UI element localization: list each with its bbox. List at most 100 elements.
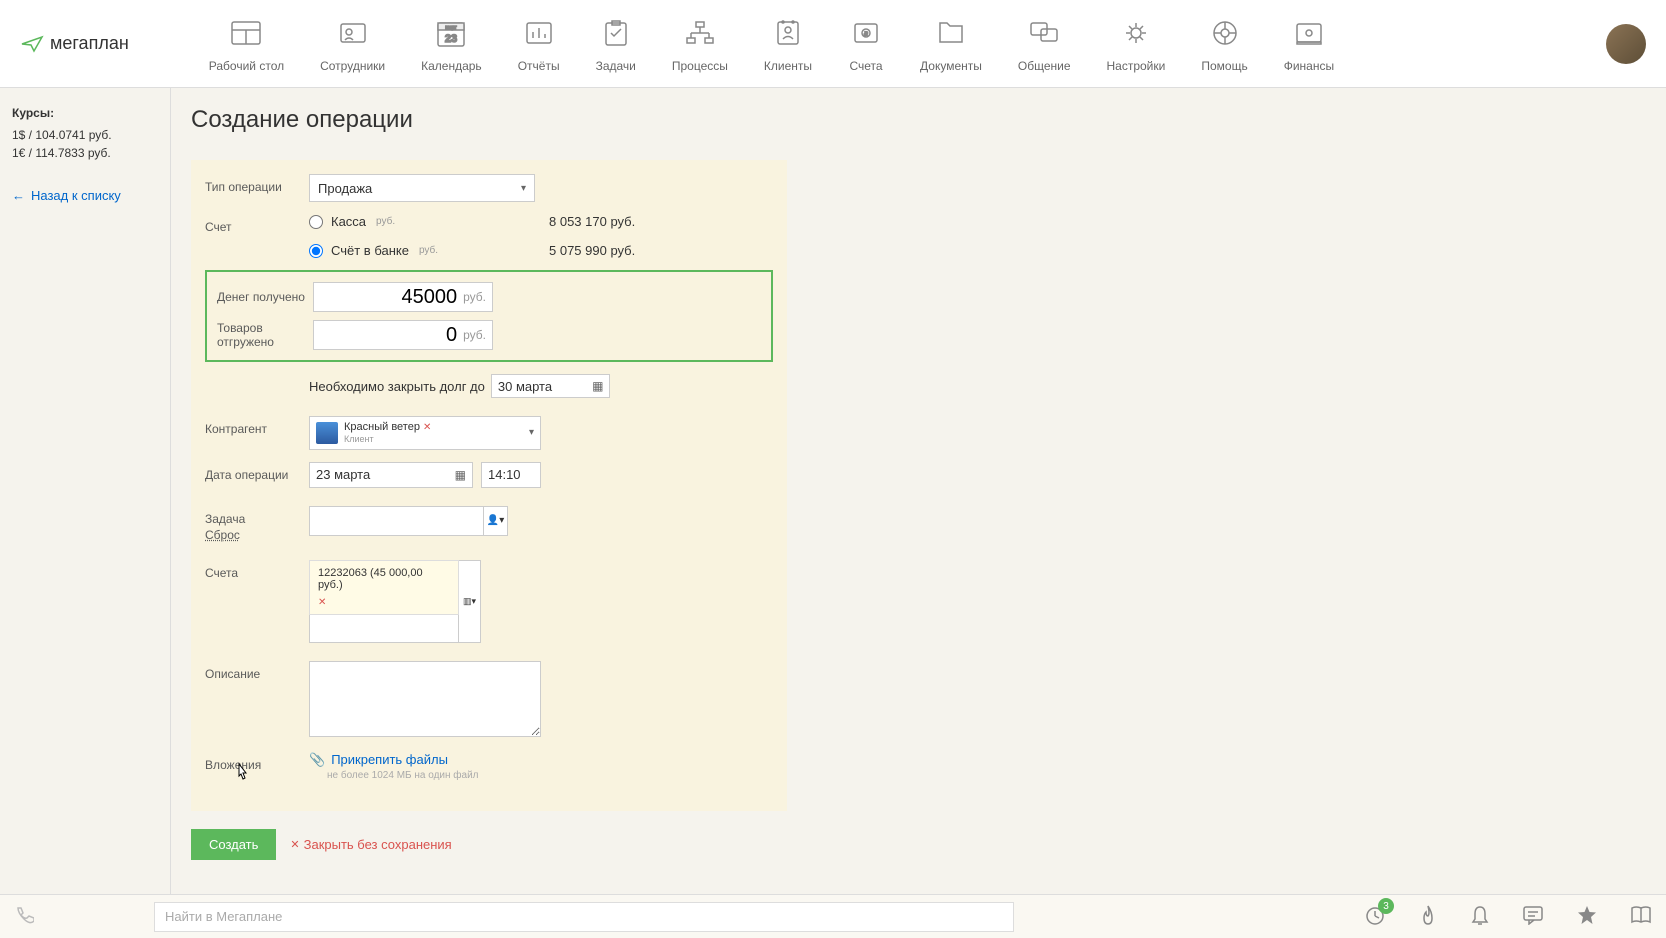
radio-bank-input[interactable]	[309, 244, 323, 258]
star-icon[interactable]	[1576, 904, 1598, 929]
book-icon[interactable]	[1630, 905, 1652, 928]
back-link-text: Назад к списку	[31, 188, 121, 203]
nav-calendar[interactable]: март23 Календарь	[421, 15, 482, 73]
currency-suffix: руб.	[463, 290, 486, 304]
phone-icon[interactable]	[14, 905, 34, 928]
nav-settings[interactable]: Настройки	[1107, 15, 1166, 73]
task-picker-button[interactable]: 👤▾	[484, 506, 508, 536]
svg-text:март: март	[446, 25, 458, 31]
remove-contractor-icon[interactable]: ✕	[423, 422, 431, 433]
nav-reports[interactable]: Отчёты	[518, 15, 560, 73]
nav-label: Помощь	[1201, 59, 1247, 73]
account-label: Счет	[205, 214, 309, 234]
global-search-input[interactable]: Найти в Мегаплане	[154, 902, 1014, 932]
invoice-picker-button[interactable]: ▥▾	[459, 560, 481, 643]
logo[interactable]: мегаплан	[20, 33, 129, 54]
amounts-box: Денег получено руб. Товаров отгружено ру…	[205, 270, 773, 362]
select-value: Продажа	[318, 181, 372, 196]
nav-clients[interactable]: Клиенты	[764, 15, 812, 73]
contractor-name: Красный ветер	[344, 421, 420, 433]
radio-cash-input[interactable]	[309, 215, 323, 229]
invoice-input[interactable]	[309, 615, 459, 643]
nav-label: Настройки	[1107, 59, 1166, 73]
chat-icon[interactable]	[1522, 905, 1544, 928]
invoice-value: 12232063 (45 000,00 руб.)	[318, 567, 423, 591]
task-input[interactable]	[309, 506, 484, 536]
nav-communication[interactable]: Общение	[1018, 15, 1071, 73]
desktop-icon	[230, 20, 262, 46]
money-received-input[interactable]	[337, 286, 457, 309]
debt-date-input[interactable]: 30 марта ▦	[491, 374, 611, 398]
user-avatar[interactable]	[1606, 24, 1646, 64]
nav-employees[interactable]: Сотрудники	[320, 15, 385, 73]
top-header: мегаплан Рабочий стол Сотрудники март23 …	[0, 0, 1666, 88]
clients-icon	[772, 19, 804, 47]
communication-icon	[1028, 20, 1060, 46]
nav-label: Сотрудники	[320, 59, 385, 73]
logo-text: мегаплан	[50, 33, 129, 54]
eur-rate: 1€ / 114.7833 руб.	[12, 144, 158, 162]
nav-desktop[interactable]: Рабочий стол	[209, 15, 284, 73]
rates-title: Курсы:	[12, 106, 158, 120]
nav-label: Отчёты	[518, 59, 560, 73]
remove-invoice-icon[interactable]: ✕	[318, 597, 450, 608]
timer-button[interactable]: 3	[1364, 904, 1386, 929]
currency-suffix: руб.	[463, 328, 486, 342]
invoice-chip: 12232063 (45 000,00 руб.) ✕	[309, 560, 459, 615]
paperclip-icon: 📎	[309, 752, 325, 768]
attach-files-link[interactable]: 📎 Прикрепить файлы	[309, 752, 773, 768]
debt-text: Необходимо закрыть долг до	[309, 379, 485, 394]
close-link-text: Закрыть без сохранения	[304, 837, 452, 852]
form-panel: Тип операции Продажа Счет Касса руб.	[191, 160, 787, 811]
contractor-chip: Красный ветер ✕ Клиент	[316, 421, 431, 445]
contractor-icon	[316, 422, 338, 444]
task-reset-link[interactable]: Сброс	[205, 528, 309, 542]
nav-label: Общение	[1018, 59, 1071, 73]
processes-icon	[684, 20, 716, 46]
help-icon	[1209, 19, 1241, 47]
debt-deadline-row: Необходимо закрыть долг до 30 марта ▦	[309, 374, 773, 398]
goods-shipped-label: Товаров отгружено	[217, 321, 313, 349]
currency-suffix: руб.	[419, 245, 438, 256]
nav-label: Финансы	[1284, 59, 1334, 73]
nav-label: Документы	[920, 59, 982, 73]
task-label-group: Задача Сброс	[205, 506, 309, 542]
currency-suffix: руб.	[376, 216, 395, 227]
close-without-saving-link[interactable]: Закрыть без сохранения	[290, 837, 451, 852]
operation-date-input[interactable]: 23 марта ▦	[309, 462, 473, 488]
finances-icon	[1293, 20, 1325, 46]
radio-cash[interactable]: Касса руб.	[309, 214, 549, 229]
attachments-label: Вложения	[205, 752, 309, 772]
svg-text:₽: ₽	[864, 31, 868, 38]
nav-tasks[interactable]: Задачи	[596, 15, 636, 73]
main-content: Создание операции Тип операции Продажа С…	[171, 88, 1666, 894]
radio-bank[interactable]: Счёт в банке руб.	[309, 243, 549, 258]
nav-label: Задачи	[596, 59, 636, 73]
description-label: Описание	[205, 661, 309, 681]
calendar-icon: ▦	[455, 468, 466, 482]
main-nav: Рабочий стол Сотрудники март23 Календарь…	[209, 15, 1606, 73]
nav-help[interactable]: Помощь	[1201, 15, 1247, 73]
create-button[interactable]: Создать	[191, 829, 276, 860]
attach-link-text: Прикрепить файлы	[331, 752, 448, 767]
nav-accounts[interactable]: ₽ Счета	[848, 15, 884, 73]
bottom-bar: Найти в Мегаплане 3	[0, 894, 1666, 938]
contractor-select[interactable]: Красный ветер ✕ Клиент	[309, 416, 541, 450]
cash-balance: 8 053 170 руб.	[549, 214, 635, 229]
radio-label: Касса	[331, 214, 366, 229]
bell-icon[interactable]	[1470, 904, 1490, 929]
description-textarea[interactable]	[309, 661, 541, 737]
fire-icon[interactable]	[1418, 904, 1438, 929]
back-link[interactable]: Назад к списку	[12, 188, 158, 203]
goods-shipped-input[interactable]	[337, 324, 457, 347]
nav-documents[interactable]: Документы	[920, 15, 982, 73]
settings-icon	[1120, 19, 1152, 47]
operation-type-select[interactable]: Продажа	[309, 174, 535, 202]
documents-icon	[935, 20, 967, 46]
money-received-input-wrap: руб.	[313, 282, 493, 312]
nav-processes[interactable]: Процессы	[672, 15, 728, 73]
nav-label: Счета	[849, 59, 882, 73]
nav-label: Процессы	[672, 59, 728, 73]
nav-finances[interactable]: Финансы	[1284, 15, 1334, 73]
operation-time-input[interactable]: 14:10	[481, 462, 541, 488]
